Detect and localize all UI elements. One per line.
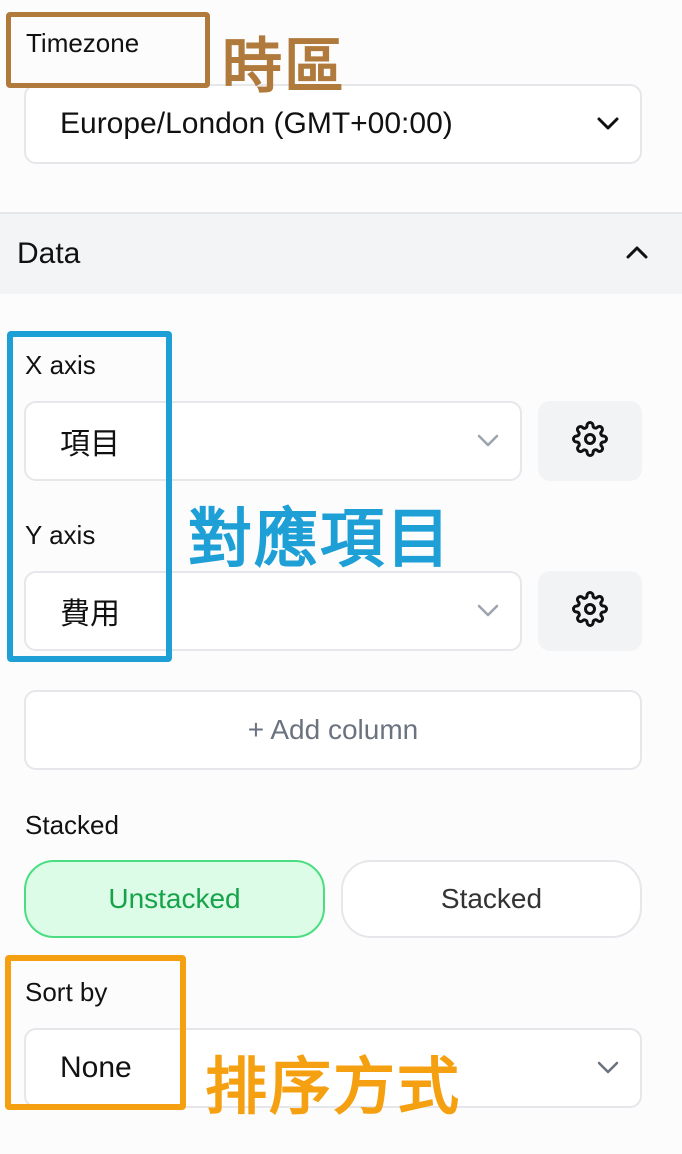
stacked-label: Stacked bbox=[25, 810, 119, 840]
timezone-value: Europe/London (GMT+00:00) bbox=[60, 107, 453, 140]
sort-annotation-box bbox=[5, 955, 186, 1110]
chevron-down-icon bbox=[456, 434, 520, 448]
axis-annotation-text: 對應項目 bbox=[188, 503, 452, 575]
chevron-down-icon bbox=[576, 1061, 640, 1075]
x-axis-settings-button[interactable] bbox=[538, 401, 642, 481]
axis-annotation-box bbox=[7, 331, 172, 662]
unstacked-toggle[interactable]: Unstacked bbox=[24, 860, 325, 938]
chevron-down-icon bbox=[576, 117, 640, 131]
chevron-down-icon bbox=[456, 604, 520, 618]
stacked-toggle[interactable]: Stacked bbox=[341, 860, 642, 938]
data-section-header[interactable]: Data bbox=[0, 212, 682, 294]
data-section-title: Data bbox=[17, 237, 81, 270]
add-column-button[interactable]: + Add column bbox=[24, 690, 642, 770]
timezone-annotation-box bbox=[6, 12, 210, 88]
chevron-up-icon bbox=[626, 245, 648, 264]
gear-icon bbox=[572, 420, 608, 462]
sort-annotation-text: 排序方式 bbox=[205, 1053, 462, 1122]
y-axis-settings-button[interactable] bbox=[538, 571, 642, 651]
gear-icon bbox=[572, 590, 608, 632]
timezone-annotation-text: 時區 bbox=[222, 33, 346, 100]
